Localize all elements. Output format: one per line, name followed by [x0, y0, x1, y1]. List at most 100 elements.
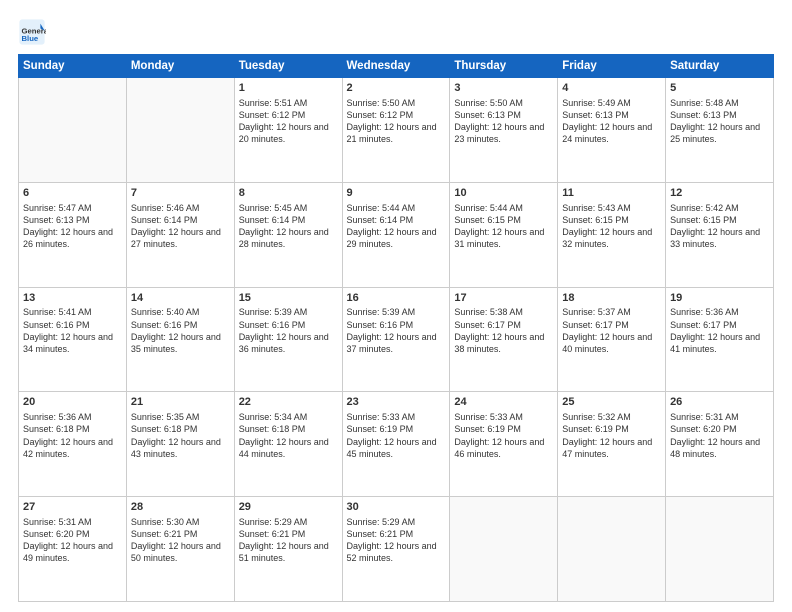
day-number: 15 — [239, 291, 338, 306]
day-info: Sunset: 6:16 PM — [239, 319, 338, 331]
calendar-table: Sunday Monday Tuesday Wednesday Thursday… — [18, 54, 774, 602]
calendar-cell: 5Sunrise: 5:48 AMSunset: 6:13 PMDaylight… — [666, 78, 774, 183]
day-info: Daylight: 12 hours and 20 minutes. — [239, 121, 338, 145]
col-tuesday: Tuesday — [234, 55, 342, 78]
day-number: 17 — [454, 291, 553, 306]
page: General Blue Sunday Monday Tuesday Wedne… — [0, 0, 792, 612]
day-info: Sunset: 6:20 PM — [670, 423, 769, 435]
day-info: Sunset: 6:14 PM — [347, 214, 446, 226]
day-info: Sunset: 6:19 PM — [347, 423, 446, 435]
day-info: Daylight: 12 hours and 36 minutes. — [239, 331, 338, 355]
day-number: 18 — [562, 291, 661, 306]
calendar-cell — [558, 497, 666, 602]
day-info: Sunset: 6:16 PM — [23, 319, 122, 331]
calendar-cell: 22Sunrise: 5:34 AMSunset: 6:18 PMDayligh… — [234, 392, 342, 497]
calendar-cell: 27Sunrise: 5:31 AMSunset: 6:20 PMDayligh… — [19, 497, 127, 602]
day-info: Sunset: 6:18 PM — [23, 423, 122, 435]
day-number: 16 — [347, 291, 446, 306]
day-info: Daylight: 12 hours and 40 minutes. — [562, 331, 661, 355]
day-number: 23 — [347, 395, 446, 410]
day-info: Sunrise: 5:45 AM — [239, 202, 338, 214]
day-info: Daylight: 12 hours and 50 minutes. — [131, 540, 230, 564]
day-number: 27 — [23, 500, 122, 515]
logo-icon: General Blue — [18, 18, 46, 46]
calendar-cell: 1Sunrise: 5:51 AMSunset: 6:12 PMDaylight… — [234, 78, 342, 183]
calendar-cell: 11Sunrise: 5:43 AMSunset: 6:15 PMDayligh… — [558, 182, 666, 287]
calendar-cell: 8Sunrise: 5:45 AMSunset: 6:14 PMDaylight… — [234, 182, 342, 287]
day-info: Sunset: 6:18 PM — [239, 423, 338, 435]
day-number: 24 — [454, 395, 553, 410]
day-info: Daylight: 12 hours and 35 minutes. — [131, 331, 230, 355]
calendar-cell: 24Sunrise: 5:33 AMSunset: 6:19 PMDayligh… — [450, 392, 558, 497]
day-info: Sunrise: 5:36 AM — [23, 411, 122, 423]
day-info: Daylight: 12 hours and 24 minutes. — [562, 121, 661, 145]
day-info: Daylight: 12 hours and 29 minutes. — [347, 226, 446, 250]
day-info: Daylight: 12 hours and 37 minutes. — [347, 331, 446, 355]
day-info: Daylight: 12 hours and 48 minutes. — [670, 436, 769, 460]
calendar-week-row: 13Sunrise: 5:41 AMSunset: 6:16 PMDayligh… — [19, 287, 774, 392]
day-number: 30 — [347, 500, 446, 515]
day-info: Sunrise: 5:38 AM — [454, 306, 553, 318]
day-number: 19 — [670, 291, 769, 306]
col-monday: Monday — [126, 55, 234, 78]
day-number: 6 — [23, 186, 122, 201]
day-number: 12 — [670, 186, 769, 201]
day-number: 22 — [239, 395, 338, 410]
day-info: Sunrise: 5:37 AM — [562, 306, 661, 318]
calendar-cell: 2Sunrise: 5:50 AMSunset: 6:12 PMDaylight… — [342, 78, 450, 183]
calendar-cell: 13Sunrise: 5:41 AMSunset: 6:16 PMDayligh… — [19, 287, 127, 392]
calendar-cell: 30Sunrise: 5:29 AMSunset: 6:21 PMDayligh… — [342, 497, 450, 602]
day-info: Sunrise: 5:33 AM — [454, 411, 553, 423]
col-wednesday: Wednesday — [342, 55, 450, 78]
day-info: Sunrise: 5:44 AM — [454, 202, 553, 214]
day-info: Sunrise: 5:33 AM — [347, 411, 446, 423]
day-number: 1 — [239, 81, 338, 96]
calendar-cell: 26Sunrise: 5:31 AMSunset: 6:20 PMDayligh… — [666, 392, 774, 497]
day-info: Daylight: 12 hours and 23 minutes. — [454, 121, 553, 145]
day-number: 7 — [131, 186, 230, 201]
day-info: Sunrise: 5:29 AM — [239, 516, 338, 528]
day-info: Sunrise: 5:42 AM — [670, 202, 769, 214]
day-info: Sunset: 6:17 PM — [454, 319, 553, 331]
calendar-cell — [666, 497, 774, 602]
day-number: 5 — [670, 81, 769, 96]
calendar-cell — [126, 78, 234, 183]
day-number: 20 — [23, 395, 122, 410]
day-info: Sunset: 6:18 PM — [131, 423, 230, 435]
day-info: Daylight: 12 hours and 51 minutes. — [239, 540, 338, 564]
calendar-week-row: 27Sunrise: 5:31 AMSunset: 6:20 PMDayligh… — [19, 497, 774, 602]
day-info: Sunrise: 5:34 AM — [239, 411, 338, 423]
day-info: Sunset: 6:13 PM — [454, 109, 553, 121]
day-number: 29 — [239, 500, 338, 515]
day-number: 3 — [454, 81, 553, 96]
day-number: 28 — [131, 500, 230, 515]
day-number: 13 — [23, 291, 122, 306]
calendar-week-row: 6Sunrise: 5:47 AMSunset: 6:13 PMDaylight… — [19, 182, 774, 287]
day-info: Sunset: 6:21 PM — [347, 528, 446, 540]
day-info: Sunset: 6:15 PM — [670, 214, 769, 226]
header: General Blue — [18, 18, 774, 46]
day-info: Sunrise: 5:31 AM — [670, 411, 769, 423]
day-info: Sunrise: 5:31 AM — [23, 516, 122, 528]
day-info: Daylight: 12 hours and 44 minutes. — [239, 436, 338, 460]
day-info: Sunset: 6:16 PM — [347, 319, 446, 331]
day-info: Daylight: 12 hours and 33 minutes. — [670, 226, 769, 250]
calendar-cell: 9Sunrise: 5:44 AMSunset: 6:14 PMDaylight… — [342, 182, 450, 287]
day-info: Daylight: 12 hours and 49 minutes. — [23, 540, 122, 564]
day-info: Sunrise: 5:50 AM — [347, 97, 446, 109]
calendar-cell — [450, 497, 558, 602]
day-info: Daylight: 12 hours and 28 minutes. — [239, 226, 338, 250]
svg-text:Blue: Blue — [22, 34, 39, 43]
day-number: 4 — [562, 81, 661, 96]
calendar-cell: 6Sunrise: 5:47 AMSunset: 6:13 PMDaylight… — [19, 182, 127, 287]
calendar-cell: 16Sunrise: 5:39 AMSunset: 6:16 PMDayligh… — [342, 287, 450, 392]
day-info: Sunset: 6:16 PM — [131, 319, 230, 331]
calendar-cell: 17Sunrise: 5:38 AMSunset: 6:17 PMDayligh… — [450, 287, 558, 392]
day-number: 26 — [670, 395, 769, 410]
day-info: Sunrise: 5:40 AM — [131, 306, 230, 318]
calendar-header-row: Sunday Monday Tuesday Wednesday Thursday… — [19, 55, 774, 78]
day-info: Sunset: 6:17 PM — [670, 319, 769, 331]
day-number: 14 — [131, 291, 230, 306]
day-info: Sunrise: 5:43 AM — [562, 202, 661, 214]
day-info: Sunrise: 5:36 AM — [670, 306, 769, 318]
